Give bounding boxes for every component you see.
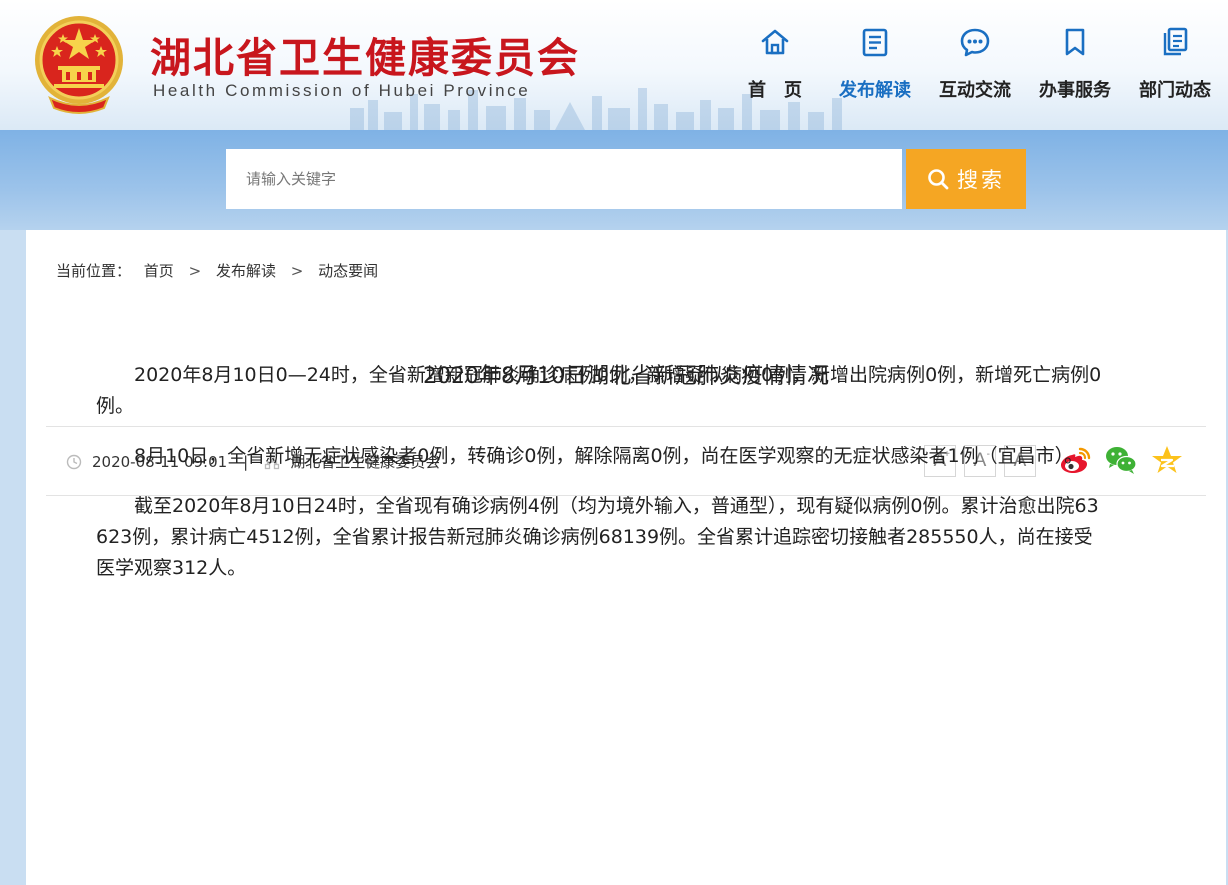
bookmark-icon xyxy=(1065,28,1085,56)
site-title: 湖北省卫生健康委员会 xyxy=(150,34,580,82)
clock-icon xyxy=(66,454,82,469)
nav-item-department-news[interactable]: 部门动态 xyxy=(1130,26,1220,106)
search-icon xyxy=(928,169,949,190)
nav-label-services: 办事服务 xyxy=(1039,80,1111,101)
breadcrumb-prefix: 当前位置： xyxy=(56,262,132,280)
nav-item-releases[interactable]: 发布解读 xyxy=(830,26,920,106)
nav-item-home[interactable]: 首 页 xyxy=(730,26,820,106)
search-button-label: 搜索 xyxy=(957,169,1005,192)
breadcrumb-separator: > xyxy=(290,262,304,280)
breadcrumb-news[interactable]: 动态要闻 xyxy=(318,262,378,280)
breadcrumb-home[interactable]: 首页 xyxy=(144,262,174,280)
site-subtitle: Health Commission of Hubei Province xyxy=(153,81,531,100)
breadcrumb-releases[interactable]: 发布解读 xyxy=(216,262,276,280)
chat-bubble-icon xyxy=(960,28,990,57)
nav-item-services[interactable]: 办事服务 xyxy=(1030,26,1120,106)
wechat-icon[interactable] xyxy=(1104,443,1138,477)
search-input[interactable] xyxy=(226,149,902,209)
article-paragraph: 8月10日，全省新增无症状感染者0例，转确诊0例，解除隔离0例，尚在医学观察的无… xyxy=(134,445,1084,467)
nav-label-department-news: 部门动态 xyxy=(1139,80,1211,101)
nav-label-home: 首 页 xyxy=(748,80,802,101)
site-header: 湖北省卫生健康委员会 Health Commission of Hubei Pr… xyxy=(0,0,1228,130)
qzone-icon[interactable] xyxy=(1150,443,1184,477)
national-emblem-icon xyxy=(35,16,123,114)
nav-label-releases: 发布解读 xyxy=(839,80,911,101)
breadcrumb: 当前位置： 首页 > 发布解读 > 动态要闻 xyxy=(56,260,378,281)
home-icon xyxy=(761,29,789,55)
article-paragraph: 截至2020年8月10日24时，全省现有确诊病例4例（均为境外输入，普通型），现… xyxy=(96,495,1099,579)
search-button[interactable]: 搜索 xyxy=(906,149,1026,209)
breadcrumb-separator: > xyxy=(188,262,202,280)
article-paragraph: 2020年8月10日0—24时，全省新增新冠肺炎确诊病例0例，新增疑似病例0例，… xyxy=(96,364,1102,417)
nav-item-interaction[interactable]: 互动交流 xyxy=(930,26,1020,106)
article-body: 2020年8月10日0—24时，全省新增新冠肺炎确诊病例0例，新增疑似病例0例，… xyxy=(96,360,1102,603)
nav-label-interaction: 互动交流 xyxy=(939,80,1011,101)
main-nav: 首 页 发布解读 互动交流 办事服务 部门动态 xyxy=(730,26,1228,106)
pages-icon xyxy=(1163,27,1188,56)
search-band: 搜索 xyxy=(0,130,1228,230)
page-background-left xyxy=(0,230,26,885)
document-icon xyxy=(862,28,888,57)
